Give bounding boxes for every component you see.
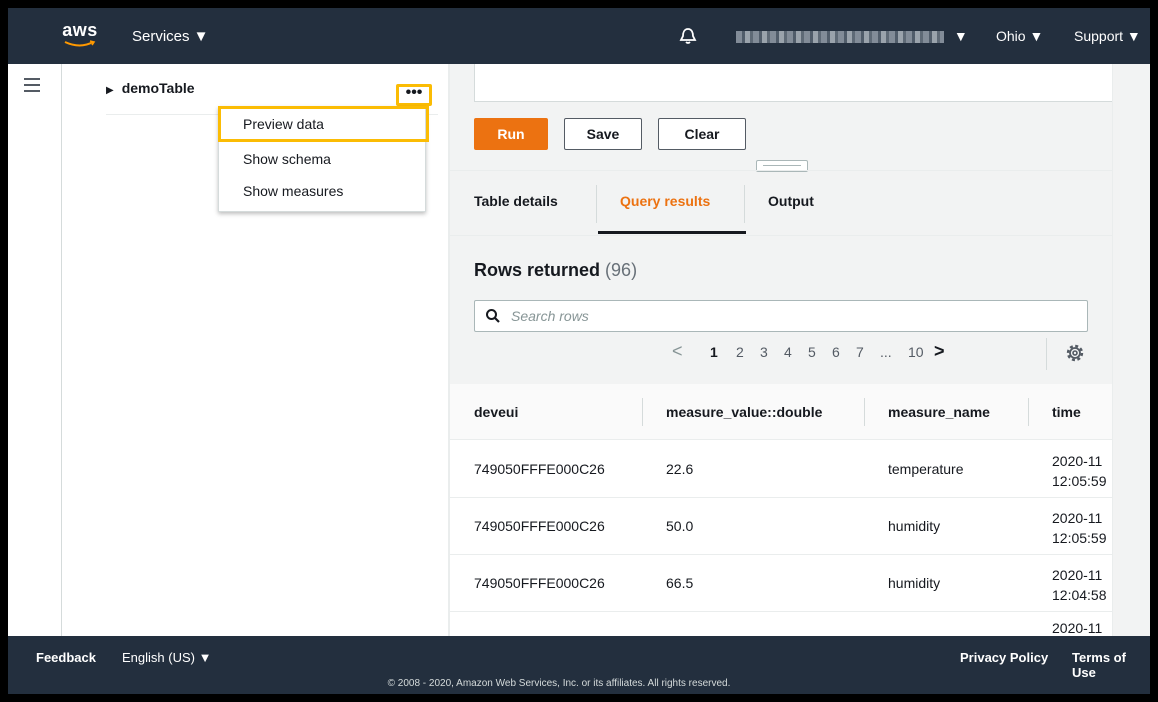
column-resizer[interactable] xyxy=(642,398,643,426)
column-header-measure-value[interactable]: measure_value::double xyxy=(666,404,822,420)
rows-returned-heading: Rows returned (96) xyxy=(474,260,637,281)
scrollbar-track[interactable] xyxy=(1112,64,1150,636)
divider xyxy=(1046,338,1047,370)
feedback-link[interactable]: Feedback xyxy=(36,650,96,665)
cell-time: 2020-11 12:04:58 xyxy=(1052,567,1107,603)
more-actions-button[interactable]: ••• xyxy=(396,84,432,106)
cell-measure-value: 66.5 xyxy=(666,575,694,591)
chevron-left-icon[interactable]: < xyxy=(672,341,683,362)
cell-time: 2020-11 12:05:59 xyxy=(1052,453,1107,489)
account-caret: ▼ xyxy=(953,28,968,44)
tab-output[interactable]: Output xyxy=(768,193,814,209)
support-menu[interactable]: Support ▼ xyxy=(1074,28,1141,44)
column-resizer[interactable] xyxy=(1028,398,1029,426)
tab-divider xyxy=(744,185,745,223)
query-editor-textarea[interactable] xyxy=(474,64,1112,102)
table-actions-menu: Preview data Show schema Show measures xyxy=(218,106,426,212)
cell-measure-name: humidity xyxy=(888,575,941,591)
page-10[interactable]: 10 xyxy=(908,344,924,360)
cell-measure-value: 50.0 xyxy=(666,518,694,534)
page-6[interactable]: 6 xyxy=(832,344,840,360)
query-editor-main: Run Save Clear Table details Query resul… xyxy=(450,64,1112,636)
account-name-redacted xyxy=(736,31,944,44)
column-header-measure-name[interactable]: measure_name xyxy=(888,404,990,420)
page-5[interactable]: 5 xyxy=(808,344,816,360)
gear-icon[interactable] xyxy=(1064,342,1086,364)
menu-item-show-schema[interactable]: Show schema xyxy=(219,143,425,175)
column-header-time[interactable]: time xyxy=(1052,404,1081,420)
table-row: 749050FFFE000C26 50.0 humidity 2020-11 1… xyxy=(450,498,1112,555)
bell-icon[interactable] xyxy=(678,26,698,46)
table-row: 2020-11 xyxy=(450,612,1112,636)
column-resizer[interactable] xyxy=(864,398,865,426)
run-button[interactable]: Run xyxy=(474,118,548,150)
table-row: 749050FFFE000C26 66.5 humidity 2020-11 1… xyxy=(450,555,1112,612)
active-tab-indicator xyxy=(598,231,746,234)
cell-deveui: 749050FFFE000C26 xyxy=(474,461,605,477)
copyright-label: © 2008 - 2020, Amazon Web Services, Inc.… xyxy=(387,678,731,689)
page-7[interactable]: 7 xyxy=(856,344,864,360)
cell-deveui: 749050FFFE000C26 xyxy=(474,518,605,534)
language-selector[interactable]: English (US) ▼ xyxy=(122,650,211,665)
menu-item-preview-data[interactable]: Preview data xyxy=(219,107,425,143)
cell-measure-value: 22.6 xyxy=(666,461,694,477)
table-name: demoTable xyxy=(121,80,195,96)
page-ellipsis: ... xyxy=(880,344,892,360)
save-button[interactable]: Save xyxy=(564,118,642,150)
tab-query-results[interactable]: Query results xyxy=(620,193,710,209)
page-1[interactable]: 1 xyxy=(710,344,718,360)
search-placeholder: Search rows xyxy=(511,308,589,324)
search-rows-input[interactable]: Search rows xyxy=(474,300,1088,332)
rows-count: (96) xyxy=(605,260,638,280)
smile-arrow-icon xyxy=(64,40,96,47)
search-icon xyxy=(486,309,500,323)
expand-triangle-icon[interactable]: ▶ xyxy=(106,85,114,96)
terms-of-use-link[interactable]: Terms of Use xyxy=(1072,650,1150,680)
aws-logo[interactable]: aws xyxy=(58,20,102,52)
chevron-right-icon[interactable]: > xyxy=(934,341,945,362)
clear-button[interactable]: Clear xyxy=(658,118,746,150)
services-menu[interactable]: Services ▼ xyxy=(132,28,209,45)
tree-item-demotable[interactable]: ▶ demoTable xyxy=(106,80,426,108)
cell-time: 2020-11 12:05:59 xyxy=(1052,510,1107,546)
cell-deveui: 749050FFFE000C26 xyxy=(474,575,605,591)
account-menu[interactable]: ▼ xyxy=(736,28,968,44)
tab-table-details[interactable]: Table details xyxy=(474,193,558,209)
table-header: deveui measure_value::double measure_nam… xyxy=(450,384,1112,440)
divider xyxy=(450,235,1112,236)
column-header-deveui[interactable]: deveui xyxy=(474,404,518,420)
cell-measure-name: temperature xyxy=(888,461,964,477)
page-3[interactable]: 3 xyxy=(760,344,768,360)
page-4[interactable]: 4 xyxy=(784,344,792,360)
page-2[interactable]: 2 xyxy=(736,344,744,360)
cell-time: 2020-11 xyxy=(1052,620,1103,636)
cell-measure-name: humidity xyxy=(888,518,941,534)
copyright-text: © 2008 - 2020, Amazon Web Services, Inc.… xyxy=(8,678,1150,689)
side-gutter xyxy=(8,64,62,636)
footer: Feedback English (US) ▼ Privacy Policy T… xyxy=(8,636,1150,694)
tab-divider xyxy=(596,185,597,223)
table-row: 749050FFFE000C26 22.6 temperature 2020-1… xyxy=(450,441,1112,498)
results-table: deveui measure_value::double measure_nam… xyxy=(450,384,1112,636)
top-navigation-bar: aws Services ▼ ▼ Ohio ▼ Support ▼ xyxy=(8,8,1150,64)
hamburger-menu-icon[interactable] xyxy=(24,78,40,96)
menu-item-show-measures[interactable]: Show measures xyxy=(219,175,425,207)
privacy-policy-link[interactable]: Privacy Policy xyxy=(960,650,1048,665)
aws-logo-text: aws xyxy=(62,20,98,40)
results-tabs: Table details Query results Output xyxy=(450,170,1112,234)
region-selector[interactable]: Ohio ▼ xyxy=(996,28,1043,44)
rows-returned-label: Rows returned xyxy=(474,260,601,280)
